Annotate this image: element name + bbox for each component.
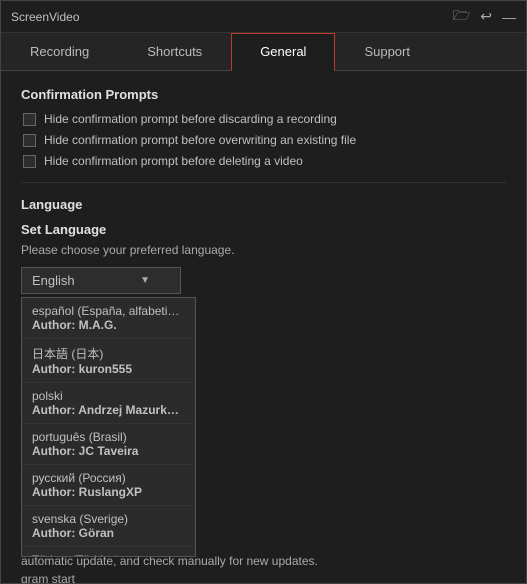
- app-title: ScreenVideo: [11, 10, 80, 24]
- checkbox-item-1: Hide confirmation prompt before discardi…: [21, 112, 506, 126]
- checkbox-discard[interactable]: [23, 113, 36, 126]
- undo-icon[interactable]: ↩: [480, 8, 492, 25]
- title-bar: ScreenVideo 🗁 ↩ —: [1, 1, 526, 33]
- checkbox-label-2: Hide confirmation prompt before overwrit…: [44, 133, 356, 147]
- checkbox-item-2: Hide confirmation prompt before overwrit…: [21, 133, 506, 147]
- confirmation-section-title: Confirmation Prompts: [21, 87, 506, 102]
- language-dropdown-list: español (España, alfabeti… Author: M.A.G…: [21, 297, 196, 557]
- checkbox-label-1: Hide confirmation prompt before discardi…: [44, 112, 337, 126]
- lang-option-0[interactable]: español (España, alfabeti… Author: M.A.G…: [22, 298, 195, 339]
- info-line-2: gram start: [21, 572, 506, 583]
- tab-recording[interactable]: Recording: [1, 33, 118, 70]
- lang-option-6[interactable]: Türkçe (Türkiye) Author: oguz iziltug: [22, 547, 195, 557]
- language-section: Language Set Language Please choose your…: [21, 197, 506, 583]
- language-section-title: Language: [21, 197, 506, 212]
- checkbox-item-3: Hide confirmation prompt before deleting…: [21, 154, 506, 168]
- checkbox-label-3: Hide confirmation prompt before deleting…: [44, 154, 303, 168]
- checkbox-overwrite[interactable]: [23, 134, 36, 147]
- language-dropdown-selected[interactable]: English ▼: [21, 267, 181, 294]
- tab-general[interactable]: General: [231, 33, 335, 71]
- lang-option-5[interactable]: svenska (Sverige) Author: Göran: [22, 506, 195, 547]
- section-divider: [21, 182, 506, 183]
- lang-option-3[interactable]: português (Brasil) Author: JC Taveira: [22, 424, 195, 465]
- lang-option-1[interactable]: 日本語 (日本) Author: kuron555: [22, 339, 195, 383]
- additional-info: automatic update, and check manually for…: [21, 554, 506, 583]
- title-bar-left: ScreenVideo: [11, 10, 80, 24]
- selected-language-text: English: [32, 273, 75, 288]
- language-sub-title: Set Language: [21, 222, 506, 237]
- tab-bar: Recording Shortcuts General Support: [1, 33, 526, 71]
- minimize-icon[interactable]: —: [502, 9, 516, 25]
- checkbox-delete[interactable]: [23, 155, 36, 168]
- lang-option-2[interactable]: polski Author: Andrzej Mazurk…: [22, 383, 195, 424]
- language-description: Please choose your preferred language.: [21, 243, 506, 257]
- app-window: ScreenVideo 🗁 ↩ — Recording Shortcuts Ge…: [0, 0, 527, 584]
- lang-option-4[interactable]: русский (Россия) Author: RuslangXP: [22, 465, 195, 506]
- main-content: Confirmation Prompts Hide confirmation p…: [1, 71, 526, 583]
- title-bar-right: 🗁 ↩ —: [453, 5, 516, 29]
- language-dropdown-container: English ▼ español (España, alfabeti… Aut…: [21, 267, 181, 294]
- folder-icon[interactable]: 🗁: [453, 5, 470, 29]
- tab-shortcuts[interactable]: Shortcuts: [118, 33, 231, 70]
- tab-support[interactable]: Support: [335, 33, 439, 70]
- dropdown-arrow-icon: ▼: [140, 275, 150, 286]
